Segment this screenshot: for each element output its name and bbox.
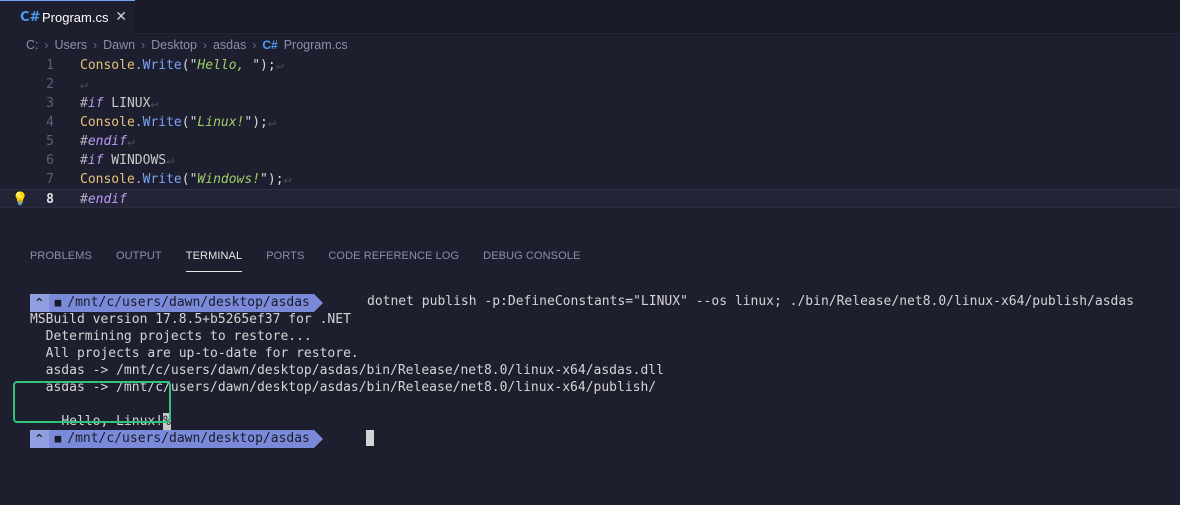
tab-label: Program.cs [42,10,109,25]
code-editor[interactable]: 1 Console.Write("Hello, ");↵ 2 ↵ 3 #if LINUX↵… [0,56,1180,216]
code-text: #if LINUX↵ [80,96,159,111]
chevron-right-icon: › [202,38,207,52]
code-line[interactable]: 6 #if WINDOWS↵ [0,151,1180,170]
code-line[interactable]: 2 ↵ [0,75,1180,94]
terminal-output-line: Determining projects to restore... [30,329,312,344]
line-number: 6 [46,153,54,168]
prompt-path: /mnt/c/users/dawn/desktop/asdas [67,295,310,310]
code-line[interactable]: 1 Console.Write("Hello, ");↵ [0,56,1180,75]
editor-tab-bar: C# Program.cs ✕ [0,0,1180,34]
code-text: #endif [80,192,127,207]
line-number: 7 [46,172,54,187]
highlight-box [13,381,171,423]
code-text: Console.Write("Linux!");↵ [80,115,276,130]
folder-icon: ■ [54,296,62,309]
panel-tabs: PROBLEMS OUTPUT TERMINAL PORTS CODE REFE… [30,250,604,272]
code-line[interactable]: 7 Console.Write("Windows!");↵ [0,170,1180,189]
csharp-file-icon: C# [20,10,41,25]
code-line[interactable]: 5 #endif↵ [0,132,1180,151]
terminal-prompt: ^ ■ /mnt/c/users/dawn/desktop/asdas [30,293,323,312]
line-number: 4 [46,115,54,130]
breadcrumb-file[interactable]: Program.cs [284,38,348,52]
prompt-symbol: ^ [30,429,49,448]
folder-icon: ■ [54,432,62,445]
tab-output[interactable]: OUTPUT [116,250,162,268]
chevron-right-icon: › [44,38,49,52]
code-text: Console.Write("Windows!");↵ [80,172,292,187]
tab-problems[interactable]: PROBLEMS [30,250,92,268]
code-text: ↵ [80,77,88,92]
tab-program-cs[interactable]: C# Program.cs ✕ [0,0,135,34]
prompt-arrow-icon [313,429,323,448]
prompt-path-segment: ■ /mnt/c/users/dawn/desktop/asdas [48,293,314,312]
line-number: 2 [46,77,54,92]
tab-debug-console[interactable]: DEBUG CONSOLE [483,250,580,268]
prompt-arrow-icon [313,293,323,312]
line-number: 3 [46,96,54,111]
terminal-command: dotnet publish -p:DefineConstants="LINUX… [367,294,1135,309]
line-number: 8 [46,192,54,207]
tab-code-reference-log[interactable]: CODE REFERENCE LOG [328,250,459,268]
terminal-output-line: MSBuild version 17.8.5+b5265ef37 for .NE… [30,312,351,327]
code-line[interactable]: 3 #if LINUX↵ [0,94,1180,113]
tab-ports[interactable]: PORTS [266,250,304,268]
close-icon[interactable]: ✕ [115,9,127,25]
code-text: #endif↵ [80,134,135,149]
prompt-symbol: ^ [30,293,49,312]
terminal-output-line: asdas -> /mnt/c/users/dawn/desktop/asdas… [30,363,664,378]
code-line[interactable]: 💡 8 #endif [0,189,1180,208]
chevron-right-icon: › [141,38,146,52]
line-number: 1 [46,58,54,73]
breadcrumb-item[interactable]: C: [26,38,39,52]
breadcrumb-item[interactable]: asdas [213,38,246,52]
terminal-cursor [366,430,374,446]
terminal[interactable]: ^ ■ /mnt/c/users/dawn/desktop/asdas dotn… [0,290,1180,505]
breadcrumb-item[interactable]: Dawn [103,38,135,52]
breadcrumb: C: › Users › Dawn › Desktop › asdas › C#… [26,36,348,54]
breadcrumb-item[interactable]: Users [55,38,88,52]
prompt-path: /mnt/c/users/dawn/desktop/asdas [67,431,310,446]
terminal-prompt: ^ ■ /mnt/c/users/dawn/desktop/asdas [30,429,323,448]
tab-terminal[interactable]: TERMINAL [185,250,243,272]
code-text: #if WINDOWS↵ [80,153,174,168]
code-line[interactable]: 4 Console.Write("Linux!");↵ [0,113,1180,132]
terminal-output-line: All projects are up-to-date for restore. [30,346,359,361]
code-text: Console.Write("Hello, ");↵ [80,58,284,73]
csharp-file-icon: C# [262,38,278,52]
chevron-right-icon: › [93,38,98,52]
chevron-right-icon: › [252,38,257,52]
prompt-path-segment: ■ /mnt/c/users/dawn/desktop/asdas [48,429,314,448]
lightbulb-icon[interactable]: 💡 [12,190,28,209]
line-number: 5 [46,134,54,149]
breadcrumb-item[interactable]: Desktop [151,38,197,52]
